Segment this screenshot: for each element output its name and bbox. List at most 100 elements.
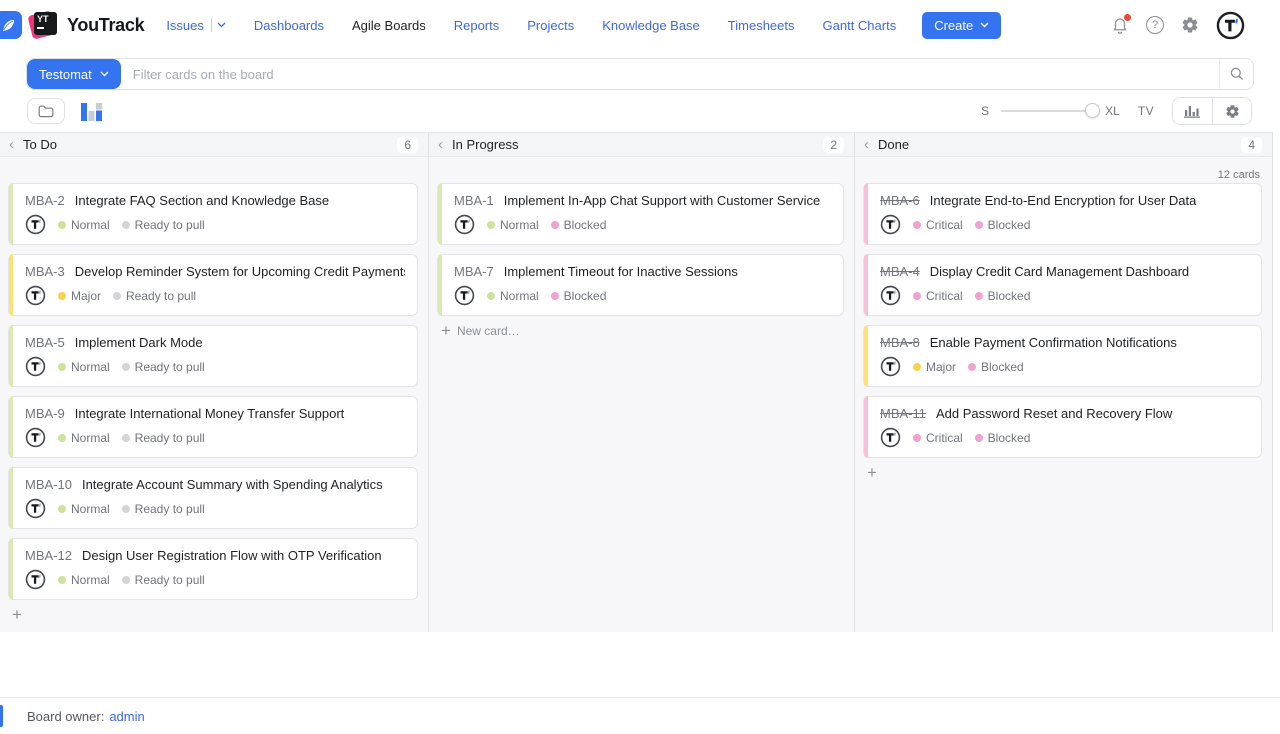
nav-item-dashboards[interactable]: Dashboards xyxy=(254,18,324,33)
assignee-avatar[interactable] xyxy=(25,498,46,519)
card-title: Display Credit Card Management Dashboard xyxy=(930,264,1189,279)
card-state: Blocked xyxy=(988,289,1031,303)
settings-gear-icon[interactable] xyxy=(1181,16,1199,34)
card-id[interactable]: MBA-6 xyxy=(880,193,920,208)
nav-item-issues[interactable]: Issues xyxy=(166,18,226,33)
card-title: Add Password Reset and Recovery Flow xyxy=(936,406,1172,421)
card-id[interactable]: MBA-8 xyxy=(880,335,920,350)
board-settings-button[interactable] xyxy=(1212,98,1251,124)
assignee-avatar[interactable] xyxy=(454,214,475,235)
nav-item-knowledge-base[interactable]: Knowledge Base xyxy=(602,18,700,33)
nav-item-label: Dashboards xyxy=(254,18,324,33)
card-title: Integrate International Money Transfer S… xyxy=(75,406,345,421)
filter-cards-input[interactable] xyxy=(121,59,1219,89)
issue-card[interactable]: MBA-4 Display Credit Card Management Das… xyxy=(863,254,1262,316)
issue-card[interactable]: MBA-10 Integrate Account Summary with Sp… xyxy=(8,467,418,529)
notification-badge xyxy=(1124,14,1131,21)
nav-item-reports[interactable]: Reports xyxy=(454,18,500,33)
card-id[interactable]: MBA-9 xyxy=(25,406,65,421)
card-size-slider[interactable] xyxy=(1001,110,1093,112)
assignee-avatar[interactable] xyxy=(25,214,46,235)
card-id[interactable]: MBA-10 xyxy=(25,477,72,492)
issue-card[interactable]: MBA-11 Add Password Reset and Recovery F… xyxy=(863,396,1262,458)
nav-item-label: Gantt Charts xyxy=(823,18,897,33)
assignee-avatar[interactable] xyxy=(880,427,901,448)
card-title: Implement In-App Chat Support with Custo… xyxy=(504,193,820,208)
column-header[interactable]: ‹ Done 4 xyxy=(855,133,1272,157)
search-icon[interactable] xyxy=(1219,59,1253,89)
user-avatar[interactable] xyxy=(1216,11,1245,40)
board-chart-button[interactable] xyxy=(1173,98,1212,124)
column-done: ‹ Done 4 MBA-6 Integrate End-to-End Encr… xyxy=(855,133,1272,632)
state-dot xyxy=(122,434,130,442)
card-state: Blocked xyxy=(564,218,607,232)
collapse-column-icon[interactable]: ‹ xyxy=(438,137,443,152)
priority-dot xyxy=(913,221,921,229)
new-card-button[interactable]: + New card… xyxy=(441,324,850,338)
backlog-folder-button[interactable] xyxy=(27,98,65,124)
nav-item-timesheets[interactable]: Timesheets xyxy=(728,18,795,33)
issue-card[interactable]: MBA-12 Design User Registration Flow wit… xyxy=(8,538,418,600)
board-selector-button[interactable]: Testomat xyxy=(27,59,121,89)
card-id[interactable]: MBA-2 xyxy=(25,193,65,208)
issue-card[interactable]: MBA-5 Implement Dark Mode Normal Ready t… xyxy=(8,325,418,387)
assignee-avatar[interactable] xyxy=(880,285,901,306)
issue-card[interactable]: MBA-3 Develop Reminder System for Upcomi… xyxy=(8,254,418,316)
chart-view-toggle[interactable] xyxy=(81,101,103,121)
card-id[interactable]: MBA-3 xyxy=(25,264,65,279)
youtrack-logo: YT xyxy=(32,12,58,38)
card-id[interactable]: MBA-7 xyxy=(454,264,494,279)
issue-card[interactable]: MBA-9 Integrate International Money Tran… xyxy=(8,396,418,458)
column-header[interactable]: ‹ In Progress 2 xyxy=(429,133,854,157)
tv-mode-button[interactable]: TV xyxy=(1138,104,1154,118)
assignee-avatar[interactable] xyxy=(880,214,901,235)
nav-item-gantt-charts[interactable]: Gantt Charts xyxy=(823,18,897,33)
assignee-avatar[interactable] xyxy=(25,569,46,590)
card-id[interactable]: MBA-11 xyxy=(880,406,926,421)
board-columns: ‹ To Do 6 MBA-2 Integrate FAQ Section an… xyxy=(0,133,1272,632)
new-card-button[interactable]: + xyxy=(12,608,424,622)
create-button[interactable]: Create xyxy=(922,12,1001,39)
assignee-avatar[interactable] xyxy=(454,285,475,306)
filter-bar: Testomat xyxy=(26,58,1254,90)
assignee-avatar[interactable] xyxy=(880,356,901,377)
collapse-column-icon[interactable]: ‹ xyxy=(9,137,14,152)
quill-icon xyxy=(1,18,16,33)
sidebar-toggle-button[interactable] xyxy=(0,11,22,39)
nav-item-agile-boards[interactable]: Agile Boards xyxy=(352,18,426,33)
issue-card[interactable]: MBA-8 Enable Payment Confirmation Notifi… xyxy=(863,325,1262,387)
card-id[interactable]: MBA-4 xyxy=(880,264,920,279)
card-state: Ready to pull xyxy=(135,573,205,587)
card-id[interactable]: MBA-1 xyxy=(454,193,494,208)
card-id[interactable]: MBA-5 xyxy=(25,335,65,350)
nav-item-projects[interactable]: Projects xyxy=(527,18,574,33)
priority-dot xyxy=(487,292,495,300)
board-owner-link[interactable]: admin xyxy=(109,709,144,724)
card-priority: Normal xyxy=(500,218,539,232)
collapse-column-icon[interactable]: ‹ xyxy=(864,137,869,152)
column-count-badge: 4 xyxy=(1241,137,1262,153)
issue-card[interactable]: MBA-6 Integrate End-to-End Encryption fo… xyxy=(863,183,1262,245)
slider-handle[interactable] xyxy=(1085,103,1100,118)
state-dot xyxy=(551,221,559,229)
new-card-label: New card… xyxy=(457,324,520,338)
issue-card[interactable]: MBA-7 Implement Timeout for Inactive Ses… xyxy=(437,254,844,316)
assignee-avatar[interactable] xyxy=(25,356,46,377)
priority-color-strip xyxy=(438,254,442,316)
priority-dot xyxy=(58,363,66,371)
notifications-bell-icon[interactable] xyxy=(1111,16,1129,34)
chevron-down-icon xyxy=(217,22,226,28)
card-id[interactable]: MBA-12 xyxy=(25,548,72,563)
card-size-max-label: XL xyxy=(1105,104,1120,118)
issue-card[interactable]: MBA-2 Integrate FAQ Section and Knowledg… xyxy=(8,183,418,245)
plus-icon: + xyxy=(867,466,877,480)
issue-card[interactable]: MBA-1 Implement In-App Chat Support with… xyxy=(437,183,844,245)
new-card-button[interactable]: + xyxy=(867,466,1268,480)
app-header: YT YouTrack Issues Dashboards Agile Boar… xyxy=(0,0,1280,50)
column-header[interactable]: ‹ To Do 6 xyxy=(0,133,428,157)
help-icon[interactable]: ? xyxy=(1146,16,1164,34)
assignee-avatar[interactable] xyxy=(25,285,46,306)
assignee-avatar[interactable] xyxy=(25,427,46,448)
state-dot xyxy=(975,292,983,300)
priority-dot xyxy=(58,505,66,513)
